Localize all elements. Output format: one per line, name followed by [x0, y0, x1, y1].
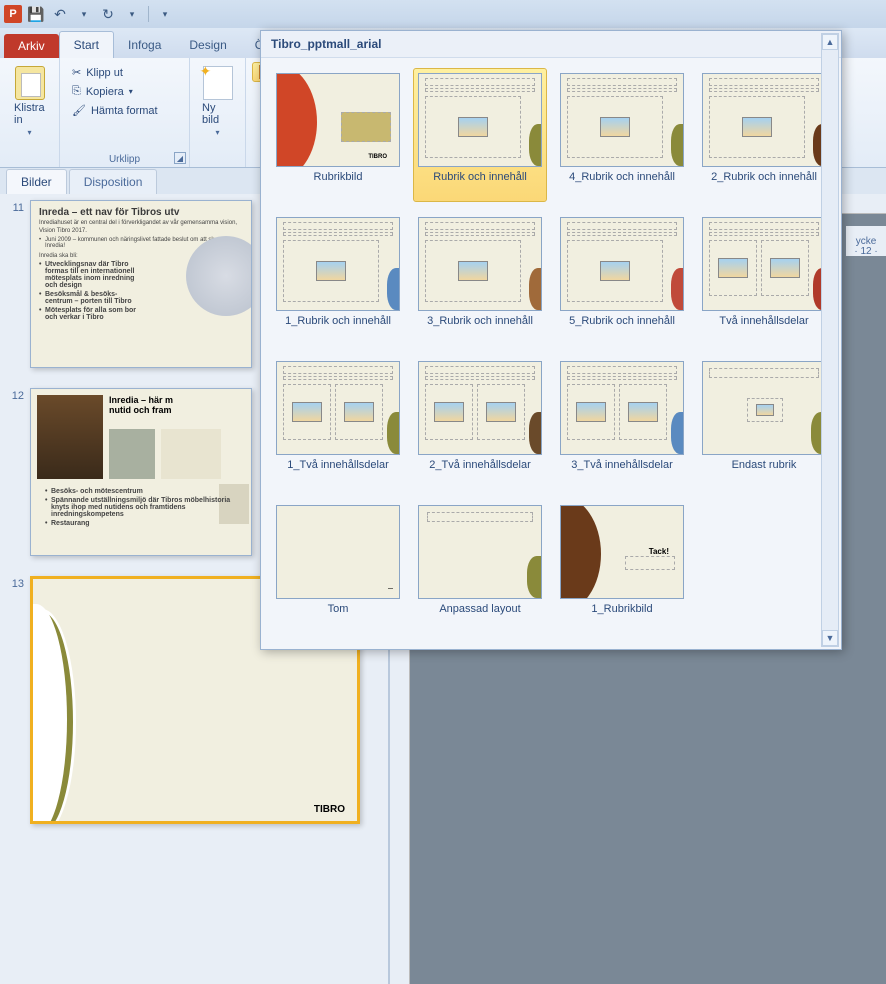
tab-infoga[interactable]: Infoga — [114, 32, 175, 58]
layout-option[interactable]: Endast rubrik — [697, 356, 831, 490]
slide-thumb-11[interactable]: Inreda – ett nav för Tibros utv Inrediah… — [30, 200, 252, 368]
layout-option-label: 1_Två innehållsdelar — [287, 459, 389, 485]
slide-bullet: Restaurang — [37, 519, 247, 528]
qat-dropdown-icon[interactable]: ▾ — [122, 4, 142, 24]
save-icon[interactable]: 💾 — [26, 4, 46, 24]
slide-bullet: Utvecklingsnav där Tibro formas till en … — [31, 260, 151, 290]
slide-number: 13 — [6, 576, 24, 824]
slide-title: Inredia – här m nutid och fram — [109, 395, 173, 415]
new-slide-label: Ny bild — [202, 102, 233, 126]
slide-text: Inrediahuset är en central del i förverk… — [31, 220, 251, 236]
layout-option[interactable]: 5_Rubrik och innehåll — [555, 212, 689, 346]
scissors-icon: ✂ — [72, 66, 81, 79]
layout-gallery: Tibro_pptmall_arial TIBRORubrikbildRubri… — [260, 30, 842, 650]
cut-label: Klipp ut — [86, 67, 123, 79]
layout-option-label: 3_Två innehållsdelar — [571, 459, 673, 485]
layout-option[interactable]: 3_Rubrik och innehåll — [413, 212, 547, 346]
slide-thumb-12[interactable]: Inredia – här m nutid och fram Besöks- o… — [30, 388, 252, 556]
title-bar: P 💾 ↶ ▾ ↻ ▾ ▾ — [0, 0, 886, 28]
layout-option[interactable]: —Tom — [271, 500, 405, 634]
tab-file[interactable]: Arkiv — [4, 34, 59, 58]
slide-number: 11 — [6, 200, 24, 368]
layout-option-label: Rubrik och innehåll — [433, 171, 527, 197]
paste-label: Klistra in — [14, 102, 45, 126]
layout-option-label: 1_Rubrikbild — [591, 603, 652, 629]
gallery-header: Tibro_pptmall_arial — [261, 31, 841, 58]
tab-bilder[interactable]: Bilder — [6, 169, 67, 194]
tab-disposition[interactable]: Disposition — [69, 169, 158, 194]
brush-icon: 🖌 — [72, 104, 86, 117]
slide-bullet: Spännande utställningsmiljö där Tibros m… — [37, 496, 247, 519]
layout-option[interactable]: 4_Rubrik och innehåll — [555, 68, 689, 202]
layout-option[interactable]: Rubrik och innehåll — [413, 68, 547, 202]
layout-option-label: 5_Rubrik och innehåll — [569, 315, 675, 341]
new-slide-button[interactable]: Ny bild ▾ — [196, 62, 239, 141]
qat-dropdown-icon[interactable]: ▾ — [74, 4, 94, 24]
gallery-scrollbar[interactable]: ▲ ▼ — [821, 33, 839, 647]
slide-bullet: Besöks- och mötescentrum — [37, 487, 247, 496]
layout-option[interactable]: 3_Två innehållsdelar — [555, 356, 689, 490]
layout-option[interactable]: Två innehållsdelar — [697, 212, 831, 346]
clipboard-launcher[interactable]: ◢ — [174, 152, 186, 164]
layout-option-label: Två innehållsdelar — [719, 315, 808, 341]
new-slide-icon — [203, 66, 233, 100]
clipboard-group-label: Urklipp — [60, 154, 189, 165]
layout-option[interactable]: Tack!1_Rubrikbild — [555, 500, 689, 634]
layout-option[interactable]: 1_Rubrik och innehåll — [271, 212, 405, 346]
layout-option-label: Anpassad layout — [439, 603, 520, 629]
scroll-up-icon[interactable]: ▲ — [822, 34, 838, 50]
app-icon: P — [4, 5, 22, 23]
qat-customize-icon[interactable]: ▾ — [155, 4, 175, 24]
layout-option[interactable]: TIBRORubrikbild — [271, 68, 405, 202]
layout-option-label: 2_Rubrik och innehåll — [711, 171, 817, 197]
cut-button[interactable]: ✂ Klipp ut — [68, 64, 181, 81]
format-painter-label: Hämta format — [91, 105, 158, 117]
tab-design[interactable]: Design — [175, 32, 240, 58]
layout-option[interactable]: Anpassad layout — [413, 500, 547, 634]
logo-text: TIBRO — [314, 804, 345, 815]
copy-icon: ⎘ — [72, 85, 81, 98]
scroll-down-icon[interactable]: ▼ — [822, 630, 838, 646]
layout-option[interactable]: 2_Två innehållsdelar — [413, 356, 547, 490]
layout-option-label: 4_Rubrik och innehåll — [569, 171, 675, 197]
redo-icon[interactable]: ↻ — [98, 4, 118, 24]
layout-option-label: Rubrikbild — [314, 171, 363, 197]
clipboard-icon — [15, 66, 45, 100]
undo-icon[interactable]: ↶ — [50, 4, 70, 24]
layout-option-label: 2_Två innehållsdelar — [429, 459, 531, 485]
format-painter-button[interactable]: 🖌 Hämta format — [68, 102, 181, 119]
layout-option-label: Endast rubrik — [732, 459, 797, 485]
copy-label: Kopiera — [86, 86, 124, 98]
paste-button[interactable]: Klistra in ▾ — [6, 62, 53, 141]
slide-title: Inreda – ett nav för Tibros utv — [31, 201, 251, 220]
slide-number: 12 — [6, 388, 24, 556]
layout-option[interactable]: 1_Två innehållsdelar — [271, 356, 405, 490]
slide-bullet: Besöksmål & besöks-centrum – porten till… — [31, 290, 151, 306]
layout-option-label: Tom — [328, 603, 349, 629]
layout-option[interactable]: 2_Rubrik och innehåll — [697, 68, 831, 202]
side-font-size: · 12 · — [846, 246, 886, 257]
tab-start[interactable]: Start — [59, 31, 114, 58]
slide-bullet: Mötesplats för alla som bor och verkar i… — [31, 306, 151, 322]
copy-button[interactable]: ⎘ Kopiera ▾ — [68, 83, 181, 100]
layout-option-label: 3_Rubrik och innehåll — [427, 315, 533, 341]
layout-option-label: 1_Rubrik och innehåll — [285, 315, 391, 341]
